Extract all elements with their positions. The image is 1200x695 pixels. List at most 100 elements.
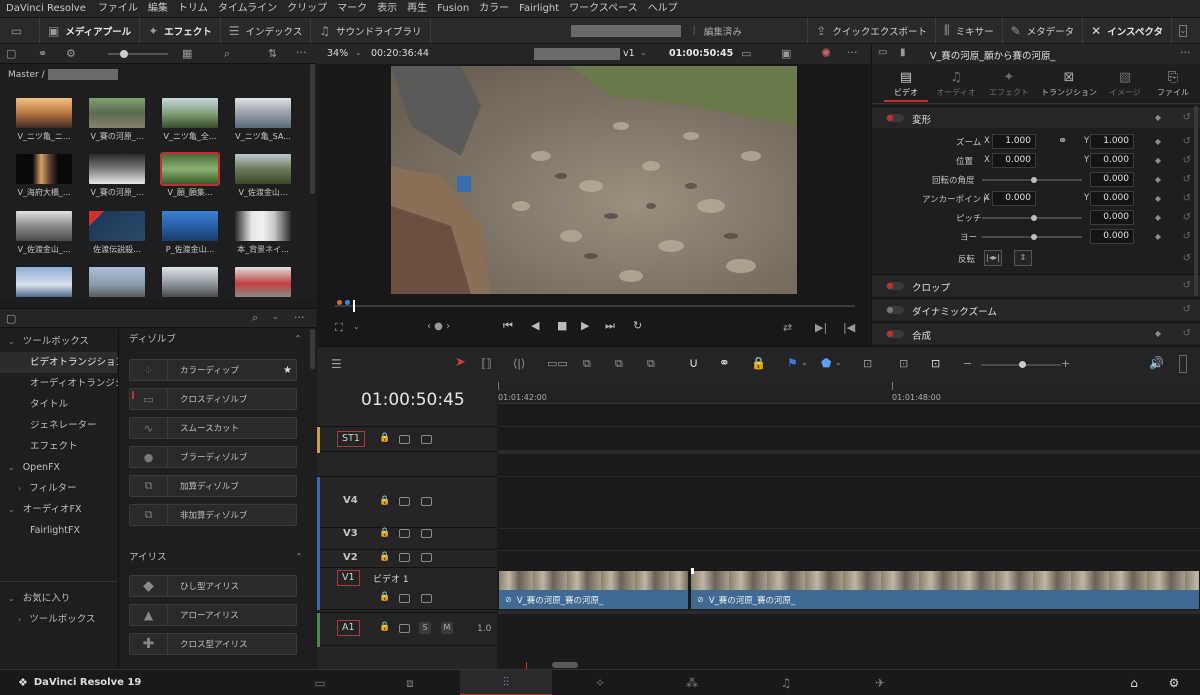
go-to-end-icon[interactable]: ⏭ (605, 319, 615, 333)
eye-icon[interactable] (399, 553, 410, 562)
match-frame-icon[interactable]: ⇄ (783, 321, 792, 334)
media-clip-selected[interactable]: V_願_願集... (160, 152, 220, 204)
track-v1-name[interactable]: ビデオ 1 (373, 572, 409, 585)
menu-fusion[interactable]: Fusion (437, 0, 469, 18)
bin-path[interactable]: Master / (8, 70, 45, 80)
media-pool-scrollbar[interactable] (310, 64, 315, 194)
track-v1-badge[interactable]: V1 (337, 570, 360, 586)
more-options-icon[interactable]: ··· (296, 46, 307, 59)
settings-button[interactable]: ⚙ (1150, 670, 1198, 695)
lock-icon[interactable]: 🔒 (379, 528, 390, 538)
yaw-knob[interactable] (1031, 234, 1037, 240)
timeline-clip[interactable]: ⊘ V_賽の河原_賽の河原_ (498, 570, 689, 610)
anchor-x-field[interactable]: 0.000 (992, 191, 1036, 206)
timeline-h-scrollbar[interactable] (552, 662, 578, 668)
pitch-knob[interactable] (1031, 215, 1037, 221)
keyframe-icon[interactable]: ◆ (1155, 329, 1161, 338)
tree-favorites[interactable]: ⌄ お気に入り (0, 588, 70, 609)
chevron-down-icon[interactable]: ⌄ (272, 312, 279, 321)
reverse-play-icon[interactable]: ◀ (531, 319, 539, 332)
composite-section[interactable]: 合成 ◆ ↺ (872, 322, 1200, 344)
menu-mark[interactable]: マーク (337, 0, 367, 18)
tree-fairlight-fx[interactable]: FairlightFX (0, 520, 117, 541)
fx-additive-dissolve[interactable]: ⧉ 加算ディゾルブ (129, 475, 297, 497)
timeline-options-icon[interactable]: ☰ (331, 357, 342, 371)
page-deliver[interactable]: ✈ (856, 670, 904, 695)
tree-audio-transitions[interactable]: オーディオトランジシ... (0, 373, 133, 394)
stop-icon[interactable]: ■ (557, 319, 567, 332)
index-button[interactable]: ☰ インデックス (221, 17, 312, 44)
media-clip[interactable]: V_賽の河原_... (89, 154, 145, 204)
viewer-image[interactable] (391, 66, 797, 294)
thumbnail-size-slider[interactable] (108, 53, 168, 55)
marker-orange[interactable] (337, 300, 342, 305)
eye-icon[interactable] (399, 594, 410, 603)
eye-icon[interactable] (399, 435, 410, 444)
media-clip[interactable]: V_ニツ亀_全... (162, 98, 218, 148)
speaker-icon[interactable]: 🔊 (1149, 356, 1164, 370)
menu-view[interactable]: 表示 (377, 0, 397, 18)
film-icon[interactable] (421, 553, 432, 562)
inspector-panel-icon[interactable]: ▮ (900, 47, 906, 58)
dissolve-header[interactable]: ディゾルブ ⌃ (119, 329, 316, 351)
keyframe-icon[interactable]: ◆ (1155, 156, 1161, 165)
reset-icon[interactable]: ↺ (1183, 280, 1191, 291)
chevron-down-icon[interactable]: ⌄ (801, 358, 808, 367)
menu-clip[interactable]: クリップ (287, 0, 327, 18)
zoom-detail-icon[interactable]: ⊡ (899, 357, 908, 370)
page-color[interactable]: ⁂ (668, 670, 716, 695)
media-clip[interactable]: 佐渡伝説殺... (89, 211, 145, 261)
eye-icon[interactable] (399, 624, 410, 633)
media-clip[interactable]: V_ニツ亀_ニ... (16, 98, 72, 148)
page-cut[interactable]: ⧈ (386, 670, 434, 695)
eye-icon[interactable] (399, 497, 410, 506)
tree-effects[interactable]: エフェクト (0, 436, 117, 457)
keyframe-icon[interactable]: ◆ (1155, 232, 1161, 241)
film-icon[interactable] (421, 497, 432, 506)
grid-view-icon[interactable]: ▦ (182, 47, 192, 60)
menu-color[interactable]: カラー (479, 0, 509, 18)
selection-tool-icon[interactable]: ➤ (455, 355, 466, 370)
next-edit-icon[interactable]: ▶| (815, 321, 827, 334)
color-wheel-icon[interactable]: ✺ (821, 46, 831, 60)
page-fairlight[interactable]: ♫ (762, 670, 810, 695)
tab-effects[interactable]: ✦ エフェクト (984, 70, 1034, 98)
tree-filters[interactable]: › フィルター (0, 478, 117, 499)
reset-icon[interactable]: ↺ (1183, 193, 1191, 204)
chevron-down-icon[interactable]: ⌄ (835, 358, 842, 367)
replace-clip-icon[interactable]: ⧉ (647, 357, 655, 371)
effects-button[interactable]: ✦ エフェクト (140, 17, 221, 44)
zoom-y-field[interactable]: 1.000 (1090, 134, 1134, 149)
chevron-down-icon[interactable]: ⌄ (640, 48, 647, 57)
media-clip[interactable]: V_海府大橋_... (16, 154, 72, 204)
tab-video[interactable]: ▤ ビデオ (884, 70, 928, 102)
page-media[interactable]: ▭ (296, 670, 344, 695)
crop-section[interactable]: クロップ ↺ (872, 274, 1200, 296)
pitch-field[interactable]: 0.000 (1090, 210, 1134, 225)
fx-dip-to-color[interactable]: ⁘ カラーディップ ★ (129, 359, 297, 381)
menu-workspace[interactable]: ワークスペース (569, 0, 638, 18)
linked-selection-icon[interactable]: ⚭ (719, 356, 730, 371)
reset-icon[interactable]: ↺ (1183, 231, 1191, 242)
play-icon[interactable]: ▶ (581, 319, 589, 332)
loop-icon[interactable]: ↻ (633, 319, 642, 332)
film-icon[interactable] (421, 529, 432, 538)
menu-fairlight[interactable]: Fairlight (519, 0, 559, 18)
output-icon[interactable]: ▣ (781, 47, 791, 60)
more-options-icon[interactable]: ··· (1180, 46, 1191, 59)
overwrite-clip-icon[interactable]: ⧉ (615, 357, 623, 371)
mixer-button[interactable]: ⫼ ミキサー (936, 17, 1003, 44)
media-clip[interactable]: V_ニツ亀_SA... (235, 98, 291, 148)
lock-icon[interactable]: 🔒 (379, 433, 390, 443)
media-clip[interactable]: V_佐渡金山... (235, 154, 291, 204)
sound-library-button[interactable]: ♫ サウンドライブラリ (311, 17, 431, 44)
caption-icon[interactable] (421, 435, 432, 444)
tree-titles[interactable]: タイトル (0, 394, 117, 415)
star-icon[interactable]: ★ (283, 365, 292, 376)
track-st1-badge[interactable]: ST1 (337, 431, 365, 447)
menu-trim[interactable]: トリム (178, 0, 208, 18)
viewer-track[interactable]: v1 (623, 48, 635, 59)
fx-cross-dissolve[interactable]: ▭ クロスディゾルブ (129, 388, 297, 410)
eye-icon[interactable] (399, 529, 410, 538)
filter-icon[interactable]: ⚙ (66, 47, 76, 60)
